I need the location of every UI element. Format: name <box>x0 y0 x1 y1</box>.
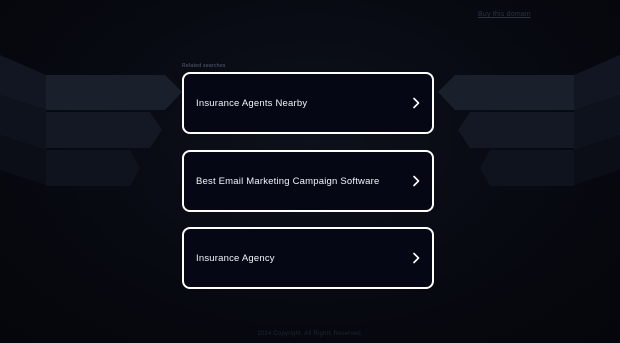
chevron-right-icon <box>413 252 420 264</box>
buy-domain-link[interactable]: Buy this domain <box>478 11 531 18</box>
page: Buy this domain Related searches Insuran… <box>0 0 620 343</box>
footer-copyright: 2024 Copyright. All Rights Reserved. <box>257 331 363 337</box>
related-search-label: Best Email Marketing Campaign Software <box>196 175 380 187</box>
related-search-label: Insurance Agency <box>196 252 275 264</box>
chevron-right-icon <box>413 97 420 109</box>
related-search-card[interactable]: Insurance Agency <box>182 227 434 289</box>
related-search-label: Insurance Agents Nearby <box>196 97 308 109</box>
related-search-card[interactable]: Best Email Marketing Campaign Software <box>182 150 434 212</box>
related-search-card[interactable]: Insurance Agents Nearby <box>182 72 434 134</box>
chevron-right-icon <box>413 175 420 187</box>
related-searches-label: Related searches <box>182 63 226 69</box>
